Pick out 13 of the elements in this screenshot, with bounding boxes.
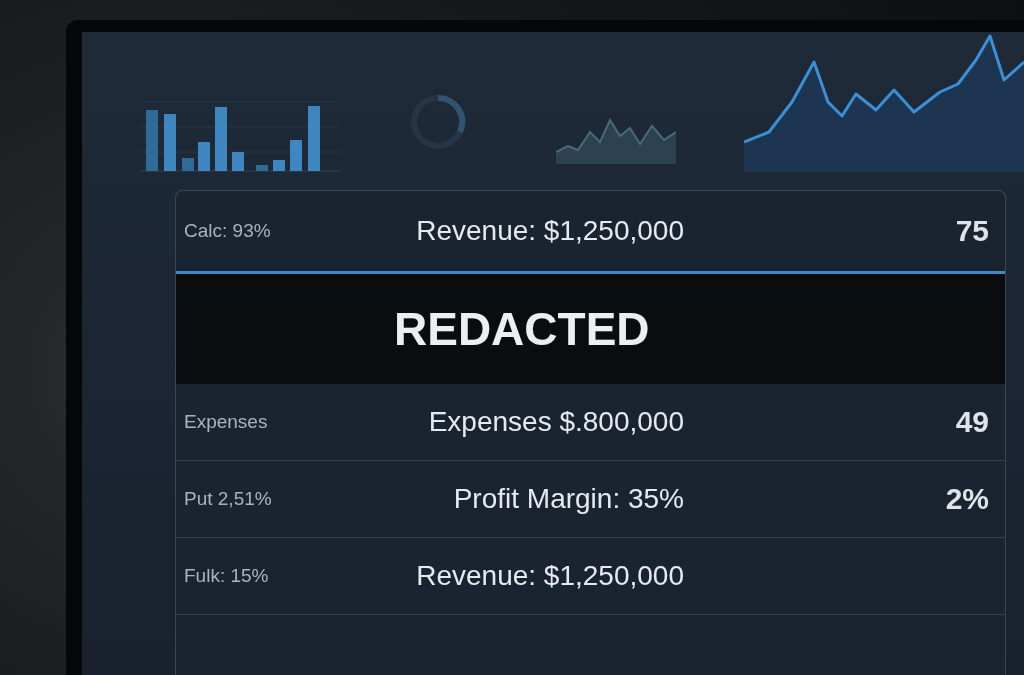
ring-gauge bbox=[410, 94, 466, 150]
row-label: Put 2,51% bbox=[184, 488, 272, 510]
row-label: Expenses bbox=[184, 411, 268, 433]
row-label: Calc: 93% bbox=[184, 220, 271, 242]
metric-value: Revenue: $1,250,000 bbox=[416, 560, 684, 592]
metric-value: Profit Margin: 35% bbox=[453, 483, 684, 515]
metric-figure: 49 bbox=[955, 405, 989, 439]
metric-figure: 75 bbox=[955, 214, 989, 248]
metric-value: Revenue: $1,250,000 bbox=[416, 215, 684, 247]
row-label: Fulk: 15% bbox=[184, 565, 269, 587]
metric-value: Expenses $.800,000 bbox=[428, 406, 684, 438]
metric-figure: 2% bbox=[945, 482, 989, 516]
redacted-text: REDACTED bbox=[394, 302, 650, 356]
